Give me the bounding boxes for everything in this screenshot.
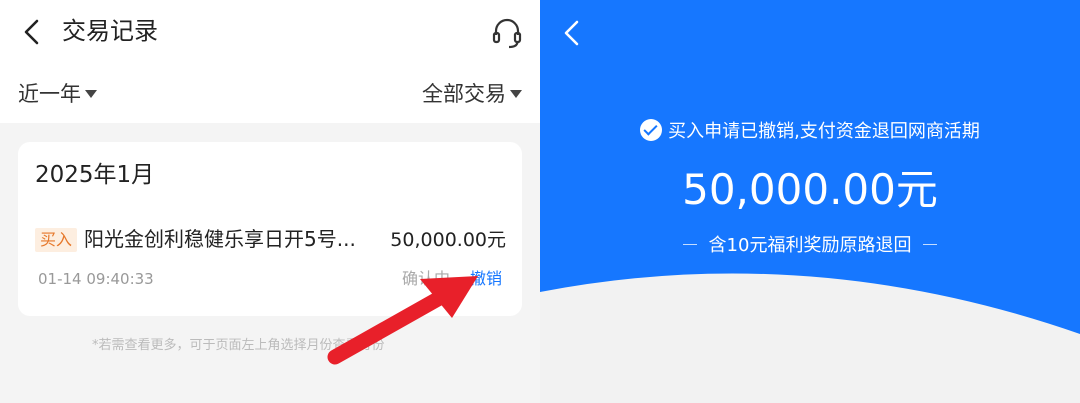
footnote: *若需查看更多，可于页面左上角选择月份查看月份 <box>92 338 385 353</box>
transaction-records-screen: 交易记录 近一年 全部交易 2025年1月 买入 阳光金创利稳健乐享日开5号..… <box>0 0 540 403</box>
type-filter-dropdown[interactable]: 全部交易 <box>422 79 522 109</box>
cancel-notice-text: 买入申请已撤销,支付资金退回网商活期 <box>668 121 980 142</box>
cancel-result-screen: 买入申请已撤销,支付资金退回网商活期 50,000.00元 含10元福利奖励原路… <box>540 0 1080 403</box>
month-heading: 2025年1月 <box>35 162 155 188</box>
cancel-notice: 买入申请已撤销,支付资金退回网商活期 <box>540 118 1080 146</box>
bonus-refund-note: 含10元福利奖励原路退回 <box>540 232 1080 260</box>
period-filter-dropdown[interactable]: 近一年 <box>18 79 97 109</box>
triangle-down-icon <box>510 90 522 98</box>
transaction-time: 01-14 09:40:33 <box>38 270 154 288</box>
buy-tag: 买入 <box>35 228 78 252</box>
check-circle-icon <box>640 119 663 141</box>
cancel-link[interactable]: 撤销 <box>470 267 502 291</box>
transaction-row[interactable]: 买入 阳光金创利稳健乐享日开5号... 50,000.00元 <box>18 220 522 260</box>
chevron-left-icon[interactable] <box>560 18 584 48</box>
transaction-amount: 50,000.00元 <box>390 229 506 251</box>
filter-bar: 近一年 全部交易 <box>0 64 540 123</box>
top-nav-bar: 交易记录 <box>0 0 540 64</box>
divider-dash <box>923 244 938 245</box>
type-filter-label: 全部交易 <box>422 82 506 106</box>
headset-icon[interactable] <box>490 16 524 50</box>
triangle-down-icon <box>85 90 97 98</box>
period-filter-label: 近一年 <box>18 82 81 106</box>
chevron-left-icon[interactable] <box>20 18 44 46</box>
divider-dash <box>682 244 697 245</box>
bonus-refund-text: 含10元福利奖励原路退回 <box>708 235 912 256</box>
fund-name: 阳光金创利稳健乐享日开5号... <box>84 227 356 251</box>
refund-amount: 50,000.00元 <box>682 165 938 214</box>
transaction-status: 确认中 <box>402 269 451 288</box>
month-transactions-card: 2025年1月 买入 阳光金创利稳健乐享日开5号... 50,000.00元 0… <box>18 142 522 316</box>
page-title: 交易记录 <box>62 17 158 45</box>
